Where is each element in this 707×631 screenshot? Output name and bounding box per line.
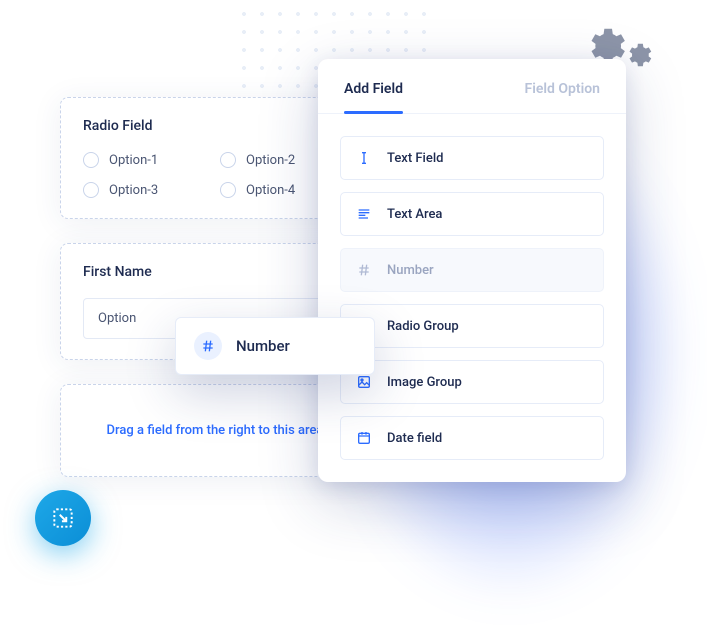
field-label: Radio Group xyxy=(387,319,459,334)
radio-circle-icon xyxy=(220,152,236,168)
drag-ghost[interactable]: Number xyxy=(175,317,375,375)
panel-body: Text Field Text Area Number Radio Group xyxy=(318,114,626,460)
card-title: Radio Field xyxy=(83,118,347,134)
radio-circle-icon xyxy=(83,182,99,198)
field-panel: Add Field Field Option Text Field Text A… xyxy=(318,59,626,482)
field-item-radio-group[interactable]: Radio Group xyxy=(340,304,604,348)
calendar-icon xyxy=(355,429,373,447)
text-cursor-icon xyxy=(355,149,373,167)
radio-label: Option-3 xyxy=(109,183,158,198)
radio-label: Option-1 xyxy=(109,153,158,168)
field-label: Text Field xyxy=(387,151,443,166)
panel-tabs: Add Field Field Option xyxy=(318,59,626,114)
text-lines-icon xyxy=(355,205,373,223)
radio-circle-icon xyxy=(83,152,99,168)
field-item-date[interactable]: Date field xyxy=(340,416,604,460)
hash-icon xyxy=(355,261,373,279)
radio-circle-icon xyxy=(220,182,236,198)
gear-icon xyxy=(622,40,652,70)
field-item-textarea[interactable]: Text Area xyxy=(340,192,604,236)
field-item-number[interactable]: Number xyxy=(340,248,604,292)
drag-ghost-label: Number xyxy=(236,337,290,355)
dropzone-label: Drag a field from the right to this area xyxy=(107,423,324,438)
radio-option[interactable]: Option-1 xyxy=(83,152,210,168)
fab-button[interactable] xyxy=(35,490,91,546)
field-item-image-group[interactable]: Image Group xyxy=(340,360,604,404)
field-label: Date field xyxy=(387,431,442,446)
field-item-text[interactable]: Text Field xyxy=(340,136,604,180)
card-title: First Name xyxy=(83,264,347,280)
field-label: Number xyxy=(387,263,434,278)
tab-add-field[interactable]: Add Field xyxy=(344,59,403,113)
field-label: Image Group xyxy=(387,375,462,390)
hash-icon xyxy=(194,332,222,360)
collapse-icon xyxy=(50,505,76,531)
radio-option[interactable]: Option-3 xyxy=(83,182,210,198)
field-label: Text Area xyxy=(387,207,442,222)
radio-label: Option-2 xyxy=(246,153,295,168)
radio-options-grid: Option-1 Option-2 Option-3 Option-4 xyxy=(83,152,347,198)
tab-field-option[interactable]: Field Option xyxy=(525,59,600,113)
image-icon xyxy=(355,373,373,391)
radio-label: Option-4 xyxy=(246,183,295,198)
